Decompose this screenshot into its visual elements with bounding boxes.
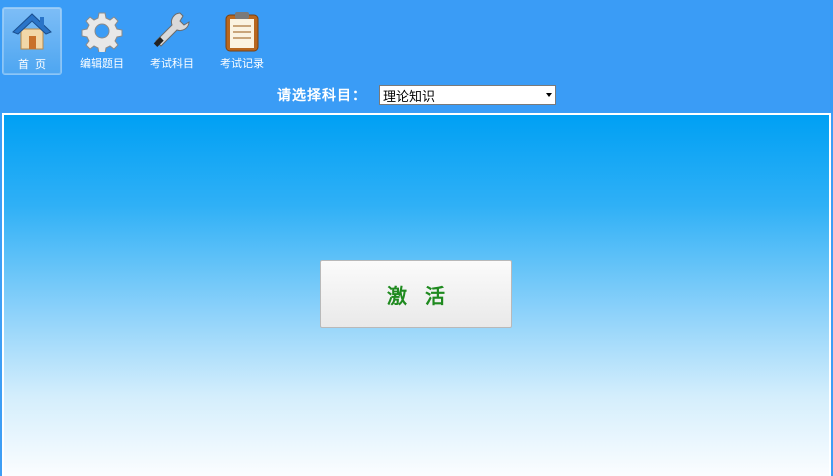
activate-button[interactable]: 激活: [320, 260, 512, 328]
subject-select-value: 理论知识: [383, 89, 436, 105]
toolbar-exam-subjects-label: 考试科目: [150, 57, 194, 70]
home-icon: [10, 10, 54, 54]
wrench-icon: [150, 9, 194, 53]
activate-button-label: 激活: [387, 283, 463, 308]
toolbar: 首页 编辑题目 考试科目 考试记录: [2, 7, 282, 75]
toolbar-home-button[interactable]: 首页: [2, 7, 62, 75]
clipboard-icon: [220, 9, 264, 53]
top-bar: 首页 编辑题目 考试科目 考试记录 请选择科目： 理论知识: [0, 0, 833, 112]
toolbar-exam-records-label: 考试记录: [220, 57, 264, 70]
toolbar-home-label: 首页: [18, 58, 52, 71]
subject-label: 请选择科目：: [277, 88, 367, 104]
main-panel: 激活: [2, 113, 831, 476]
toolbar-edit-questions-label: 编辑题目: [80, 57, 124, 70]
toolbar-exam-subjects-button[interactable]: 考试科目: [142, 7, 202, 75]
toolbar-edit-questions-button[interactable]: 编辑题目: [72, 7, 132, 75]
chevron-down-icon[interactable]: [546, 93, 552, 97]
subject-select[interactable]: 理论知识: [379, 85, 556, 105]
toolbar-exam-records-button[interactable]: 考试记录: [212, 7, 272, 75]
gear-icon: [80, 9, 124, 53]
subject-row: 请选择科目： 理论知识: [277, 85, 556, 105]
